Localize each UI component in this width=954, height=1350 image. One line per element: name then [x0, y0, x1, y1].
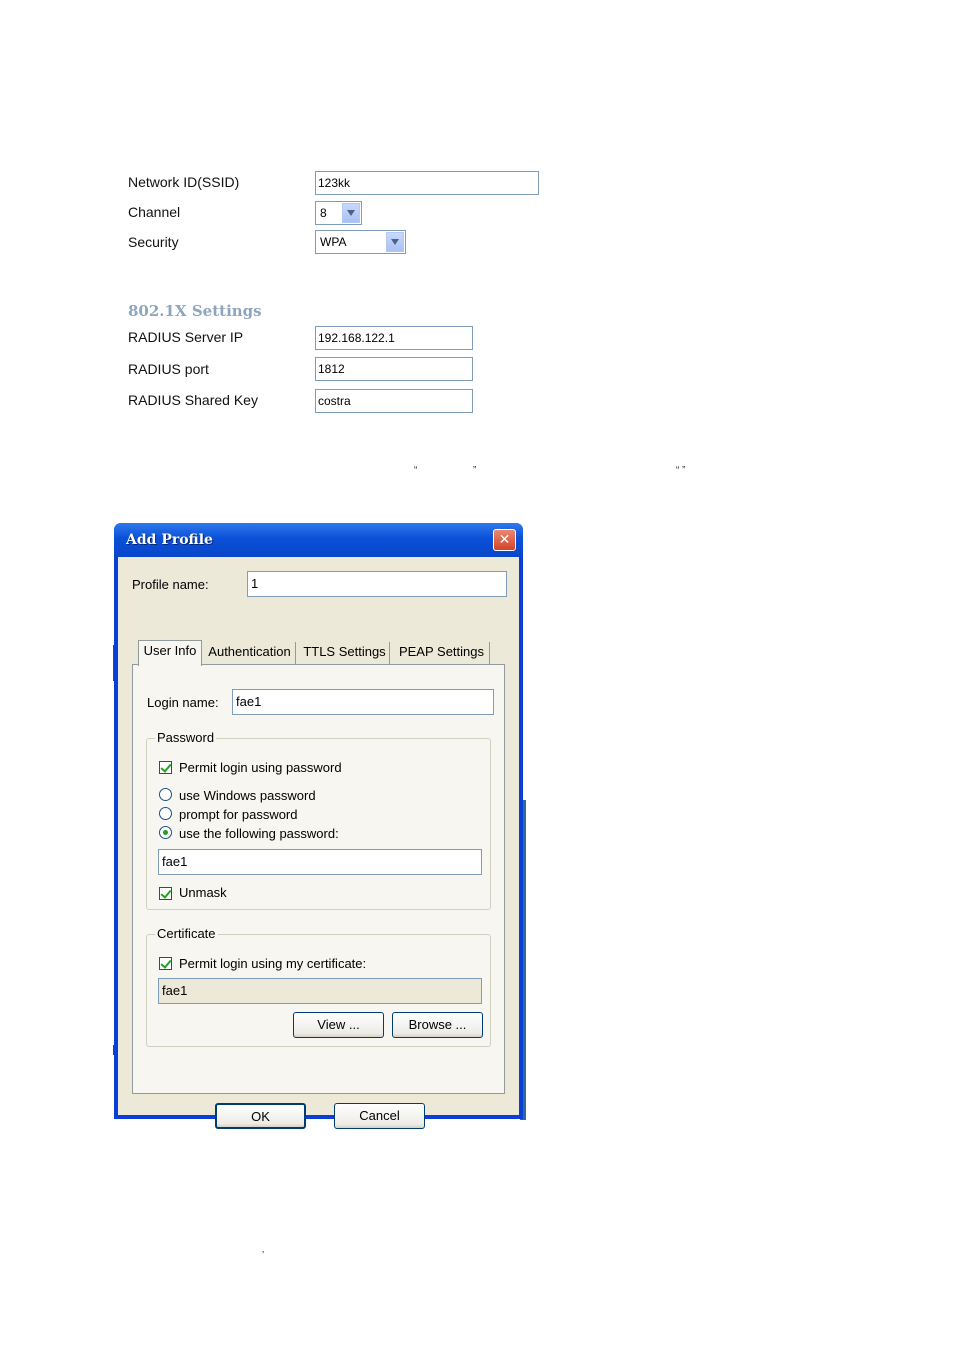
tab-user-info[interactable]: User Info — [138, 640, 202, 666]
profile-name-input[interactable]: 1 — [247, 571, 507, 597]
unmask-checkbox[interactable] — [159, 887, 172, 900]
dialog-body: Profile name: 1 User Info Authentication… — [118, 557, 519, 1129]
browse-button[interactable]: Browse ... — [392, 1012, 483, 1038]
radius-ip-input[interactable]: 192.168.122.1 — [315, 326, 473, 350]
login-name-label: Login name: — [147, 695, 219, 710]
tab-panel: Login name: fae1 Password Permit login u… — [132, 664, 505, 1094]
permit-certificate-label: Permit login using my certificate: — [179, 956, 367, 971]
section-title: 802.1X Settings — [128, 302, 262, 320]
certificate-group-label: Certificate — [155, 926, 218, 941]
channel-select[interactable]: 8 — [315, 201, 362, 225]
radius-port-input[interactable]: 1812 — [315, 357, 473, 381]
quote-mark: ” — [473, 465, 477, 476]
ssid-input[interactable]: 123kk — [315, 171, 539, 195]
security-label: Security — [128, 234, 179, 250]
profile-name-label: Profile name: — [132, 577, 209, 592]
quote-mark: “ — [414, 465, 418, 476]
unmask-label: Unmask — [179, 885, 227, 900]
use-following-radio[interactable] — [159, 826, 172, 839]
use-windows-radio[interactable] — [159, 788, 172, 801]
ok-button[interactable]: OK — [215, 1103, 306, 1129]
use-windows-label: use Windows password — [179, 788, 316, 803]
dialog-title: Add Profile — [126, 532, 213, 548]
ssid-label: Network ID(SSID) — [128, 174, 240, 190]
chevron-down-icon[interactable] — [386, 232, 404, 252]
radius-ip-label: RADIUS Server IP — [128, 329, 244, 345]
radius-port-label: RADIUS port — [128, 361, 209, 377]
security-select[interactable]: WPA — [315, 230, 406, 254]
radius-key-input[interactable]: costra — [315, 389, 473, 413]
permit-password-checkbox[interactable] — [159, 761, 172, 774]
channel-label: Channel — [128, 204, 181, 220]
quote-mark: “ ” — [676, 465, 686, 476]
dialog-titlebar[interactable]: Add Profile ✕ — [114, 523, 523, 557]
login-name-input[interactable]: fae1 — [232, 689, 494, 715]
security-value: WPA — [320, 235, 347, 249]
certificate-input: fae1 — [158, 978, 482, 1004]
prompt-password-label: prompt for password — [179, 807, 298, 822]
permit-password-label: Permit login using password — [179, 760, 342, 775]
channel-value: 8 — [320, 206, 327, 220]
password-group-label: Password — [155, 730, 217, 745]
password-input[interactable]: fae1 — [158, 849, 482, 875]
tab-peap-settings[interactable]: PEAP Settings — [394, 642, 490, 664]
permit-certificate-checkbox[interactable] — [159, 957, 172, 970]
add-profile-dialog: Add Profile ✕ Profile name: 1 User Info … — [114, 523, 523, 1129]
chevron-down-icon[interactable] — [342, 203, 360, 223]
radius-key-label: RADIUS Shared Key — [128, 392, 258, 408]
use-following-label: use the following password: — [179, 826, 339, 841]
cancel-button[interactable]: Cancel — [334, 1103, 425, 1129]
tab-ttls-settings[interactable]: TTLS Settings — [300, 642, 390, 664]
tab-authentication[interactable]: Authentication — [204, 642, 296, 664]
close-icon[interactable]: ✕ — [493, 529, 516, 551]
quote-mark: ’ — [262, 1250, 265, 1261]
prompt-password-radio[interactable] — [159, 807, 172, 820]
view-button[interactable]: View ... — [293, 1012, 384, 1038]
